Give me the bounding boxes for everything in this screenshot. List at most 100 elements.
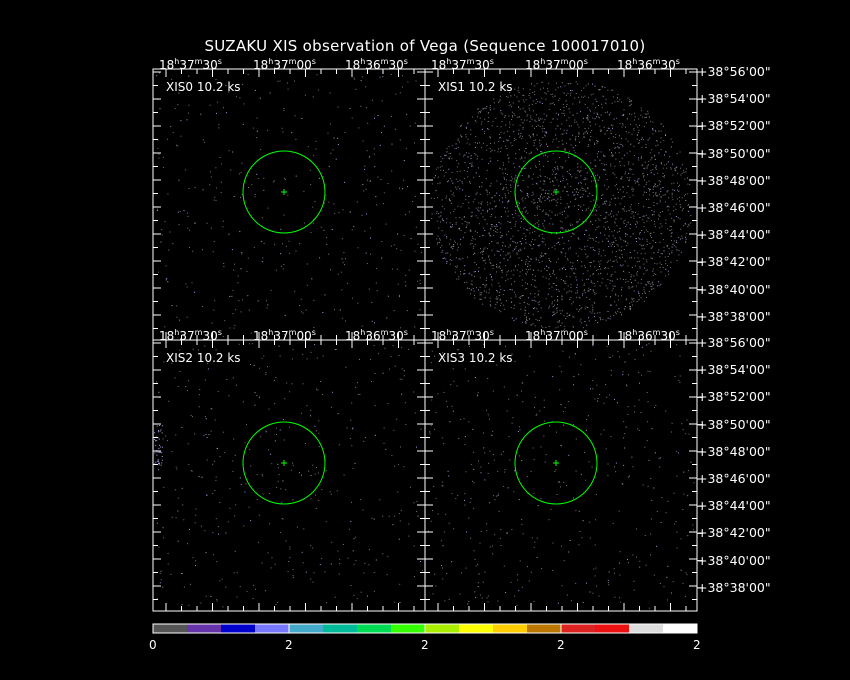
noise-dot xyxy=(484,479,486,481)
noise-dot xyxy=(300,298,302,300)
noise-dot xyxy=(498,102,500,104)
noise-dot xyxy=(644,179,645,181)
noise-dot xyxy=(392,524,394,526)
noise-dot xyxy=(491,197,493,199)
noise-dot xyxy=(573,375,575,377)
noise-dot xyxy=(682,429,684,431)
noise-dot xyxy=(319,257,321,259)
noise-dot xyxy=(443,208,445,210)
noise-dot xyxy=(497,470,499,472)
noise-dot xyxy=(610,436,612,438)
noise-dot xyxy=(605,319,607,321)
noise-dot xyxy=(513,248,515,250)
noise-dot xyxy=(606,221,608,223)
noise-dot xyxy=(631,286,633,288)
noise-dot xyxy=(254,193,256,195)
noise-dot xyxy=(432,593,434,595)
noise-dot xyxy=(539,256,541,258)
noise-dot xyxy=(229,296,231,297)
noise-dot xyxy=(156,75,158,77)
noise-dot xyxy=(638,429,640,431)
noise-dot xyxy=(522,127,524,128)
noise-dot xyxy=(655,242,657,243)
noise-dot xyxy=(576,177,578,179)
noise-dot xyxy=(680,174,682,176)
noise-dot xyxy=(166,278,168,280)
noise-dot xyxy=(239,231,241,233)
noise-dot xyxy=(614,301,616,303)
noise-dot xyxy=(187,543,188,545)
noise-dot xyxy=(627,559,628,560)
noise-dot xyxy=(622,371,624,373)
noise-dot xyxy=(678,237,680,238)
panel-label-xis1: XIS1 10.2 ks xyxy=(438,80,513,94)
noise-dot xyxy=(603,202,605,204)
noise-dot xyxy=(548,197,550,199)
noise-dot xyxy=(391,115,392,117)
noise-dot xyxy=(558,290,560,292)
noise-dot xyxy=(604,221,606,223)
noise-dot xyxy=(505,145,507,147)
noise-dot xyxy=(683,225,685,227)
noise-dot xyxy=(674,167,676,169)
noise-dot xyxy=(577,255,579,257)
noise-dot xyxy=(481,597,483,599)
noise-dot xyxy=(247,257,249,259)
dec-tick-label: +38°56'00" xyxy=(697,64,771,79)
noise-dot xyxy=(163,537,165,539)
noise-dot xyxy=(489,418,490,420)
noise-dot xyxy=(685,238,687,240)
noise-dot xyxy=(643,273,645,275)
noise-dot xyxy=(302,562,304,564)
noise-dot xyxy=(440,221,441,223)
noise-dot xyxy=(525,274,527,276)
noise-dot xyxy=(607,279,609,280)
noise-dot xyxy=(514,137,515,139)
noise-dot xyxy=(649,207,651,208)
noise-dot xyxy=(631,100,633,102)
noise-dot xyxy=(334,349,336,350)
noise-dot xyxy=(507,154,509,156)
noise-dot xyxy=(526,142,528,144)
noise-dot xyxy=(554,95,556,97)
noise-dot xyxy=(614,222,616,224)
noise-dot xyxy=(586,178,588,180)
noise-dot xyxy=(612,96,614,98)
noise-dot xyxy=(648,343,650,345)
noise-dot xyxy=(201,525,202,527)
noise-dot xyxy=(216,447,218,449)
noise-dot xyxy=(568,156,570,158)
noise-dot xyxy=(446,262,448,264)
noise-dot xyxy=(606,261,608,263)
noise-dot xyxy=(521,211,523,213)
noise-dot xyxy=(530,115,532,117)
noise-dot xyxy=(548,278,550,280)
noise-dot xyxy=(644,117,646,119)
colorbar-segment xyxy=(425,624,460,633)
noise-dot xyxy=(492,390,494,392)
noise-dot xyxy=(488,232,490,234)
noise-dot xyxy=(383,203,384,205)
panel-label-xis3: XIS3 10.2 ks xyxy=(438,351,513,365)
noise-dot xyxy=(634,405,636,407)
noise-dot xyxy=(285,245,287,247)
noise-dot xyxy=(155,444,157,446)
noise-dot xyxy=(670,240,672,241)
noise-dot xyxy=(632,211,634,213)
noise-dot xyxy=(667,500,669,502)
noise-dot xyxy=(593,239,595,241)
noise-dot xyxy=(575,510,577,512)
noise-dot xyxy=(301,474,302,476)
noise-dot xyxy=(273,180,275,182)
noise-dot xyxy=(553,185,555,186)
noise-dot xyxy=(474,262,476,263)
noise-dot xyxy=(419,309,421,311)
noise-dot xyxy=(285,540,287,542)
noise-dot xyxy=(401,86,403,88)
noise-dot xyxy=(589,591,591,593)
noise-dot xyxy=(291,383,293,385)
noise-dot xyxy=(592,117,594,119)
noise-dot xyxy=(492,454,494,455)
noise-dot xyxy=(658,130,660,132)
noise-dot xyxy=(656,263,658,265)
